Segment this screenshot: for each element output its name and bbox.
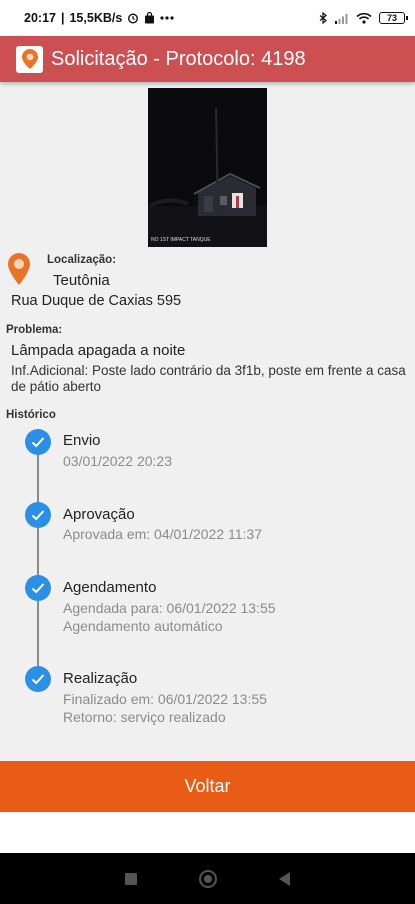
- history-step-detail: Agendamento automático: [63, 618, 223, 634]
- request-photo[interactable]: NO 1ST IMPACT TANQUE: [148, 88, 267, 247]
- bottom-spacer: [0, 812, 415, 853]
- history-step-detail: Agendada para: 06/01/2022 13:55: [63, 600, 276, 616]
- bag-icon: [144, 12, 155, 24]
- bluetooth-icon: [319, 12, 327, 24]
- location-pin-icon: [7, 252, 31, 291]
- status-separator: |: [60, 11, 65, 25]
- history-step-title: Realização: [63, 670, 138, 687]
- back-button[interactable]: Voltar: [0, 761, 415, 812]
- status-bar: 20:17 | 15,5KB/s 73: [0, 0, 415, 36]
- home-icon[interactable]: [199, 869, 217, 888]
- recents-icon[interactable]: [125, 872, 137, 885]
- history-step-title: Aprovação: [63, 506, 135, 523]
- check-circle-icon: [25, 666, 51, 692]
- history-label: Histórico: [6, 409, 56, 421]
- history-step-title: Agendamento: [63, 579, 157, 596]
- problem-title: Lâmpada apagada a noite: [11, 342, 186, 359]
- history-step-detail: Retorno: serviço realizado: [63, 709, 226, 725]
- photo-caption: NO 1ST IMPACT TANQUE: [151, 237, 211, 243]
- history-step-detail: Finalizado em: 06/01/2022 13:55: [63, 691, 267, 707]
- more-dots-icon: [160, 16, 174, 20]
- location-label: Localização:: [47, 254, 117, 266]
- timeline-connector: [37, 601, 39, 668]
- app-bar: Solicitação - Protocolo: 4198: [0, 36, 415, 82]
- check-circle-icon: [25, 502, 51, 528]
- problem-label: Problema:: [6, 324, 63, 336]
- back-triangle-icon[interactable]: [279, 871, 290, 886]
- history-step-detail: Aprovada em: 04/01/2022 11:37: [63, 526, 263, 542]
- problem-info: Inf.Adicional: Poste lado contrário da 3…: [11, 363, 406, 394]
- history-step-detail: 03/01/2022 20:23: [63, 453, 172, 469]
- check-circle-icon: [25, 575, 51, 601]
- signal-icon: [334, 12, 349, 24]
- status-speed: 15,5KB/s: [69, 11, 123, 25]
- page-title: Solicitação - Protocolo: 4198: [51, 47, 306, 70]
- wifi-icon: [356, 12, 372, 24]
- system-nav-bar: [0, 853, 415, 904]
- status-time: 20:17: [24, 11, 56, 25]
- location-street: Rua Duque de Caxias 595: [11, 293, 182, 309]
- battery-level: 73: [386, 12, 397, 23]
- timeline-connector: [37, 528, 39, 577]
- battery-icon: 73: [379, 12, 408, 24]
- history-step-title: Envio: [63, 432, 101, 449]
- alarm-icon: [127, 12, 139, 24]
- timeline-connector: [37, 454, 39, 504]
- app-logo-icon: [16, 45, 43, 73]
- check-circle-icon: [25, 429, 51, 455]
- location-city: Teutônia: [53, 272, 110, 289]
